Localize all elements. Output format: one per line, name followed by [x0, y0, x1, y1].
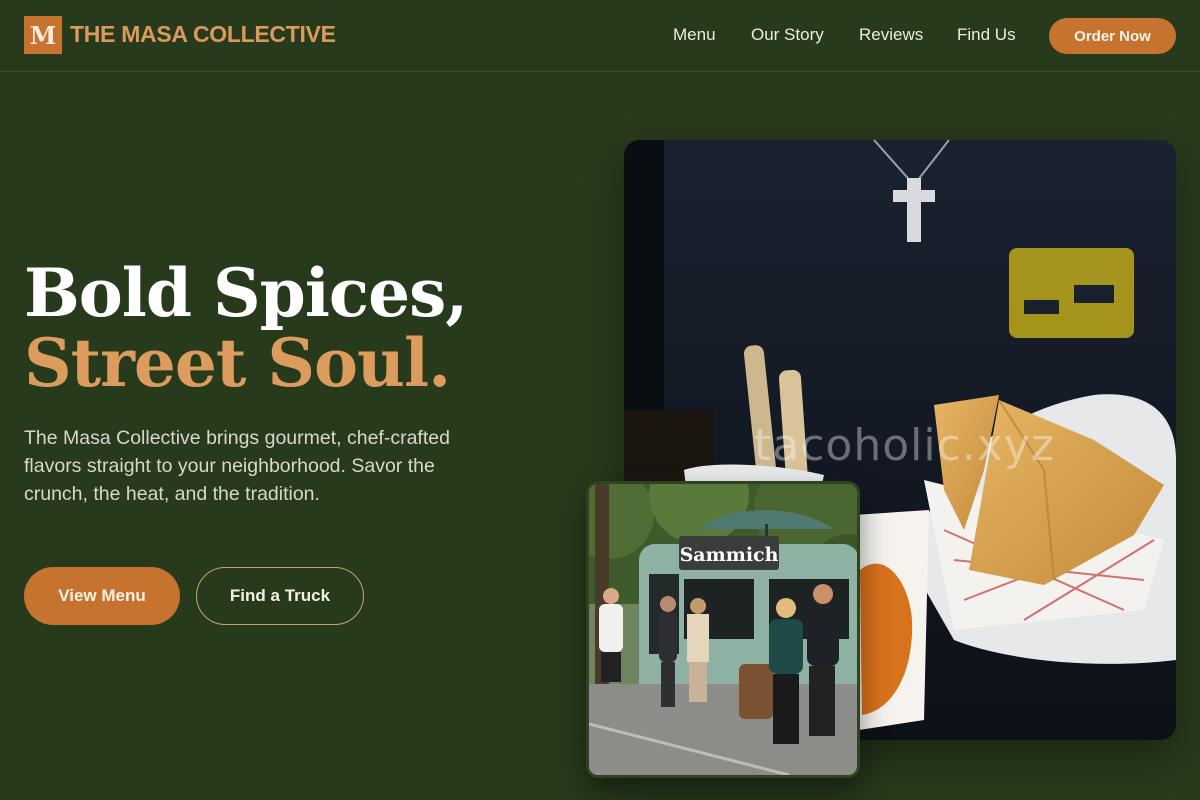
hero-title-line-2: Street Soul.: [24, 324, 451, 402]
order-now-button[interactable]: Order Now: [1049, 18, 1176, 54]
hero-title: Bold Spices, Street Soul.: [24, 254, 468, 402]
brand-name[interactable]: THE MASA COLLECTIVE: [70, 21, 336, 48]
truck-sign: Sammich: [680, 544, 779, 566]
nav-link-find-us[interactable]: Find Us: [957, 25, 1016, 45]
image-watermark: tacoholic.xyz: [754, 420, 1055, 471]
find-a-truck-button[interactable]: Find a Truck: [196, 567, 364, 625]
food-truck-illustration: Sammich: [589, 484, 857, 775]
nav-link-menu[interactable]: Menu: [673, 25, 716, 45]
logo-mark[interactable]: M: [24, 16, 62, 54]
nav-link-our-story[interactable]: Our Story: [751, 25, 824, 45]
hero-title-line-1: Bold Spices,: [24, 254, 468, 332]
food-truck-photo: Sammich: [586, 481, 860, 778]
nav-link-reviews[interactable]: Reviews: [859, 25, 923, 45]
site-header: M THE MASA COLLECTIVE Menu Our Story Rev…: [0, 0, 1200, 72]
view-menu-button[interactable]: View Menu: [24, 567, 180, 625]
hero-description: The Masa Collective brings gourmet, chef…: [24, 427, 450, 505]
